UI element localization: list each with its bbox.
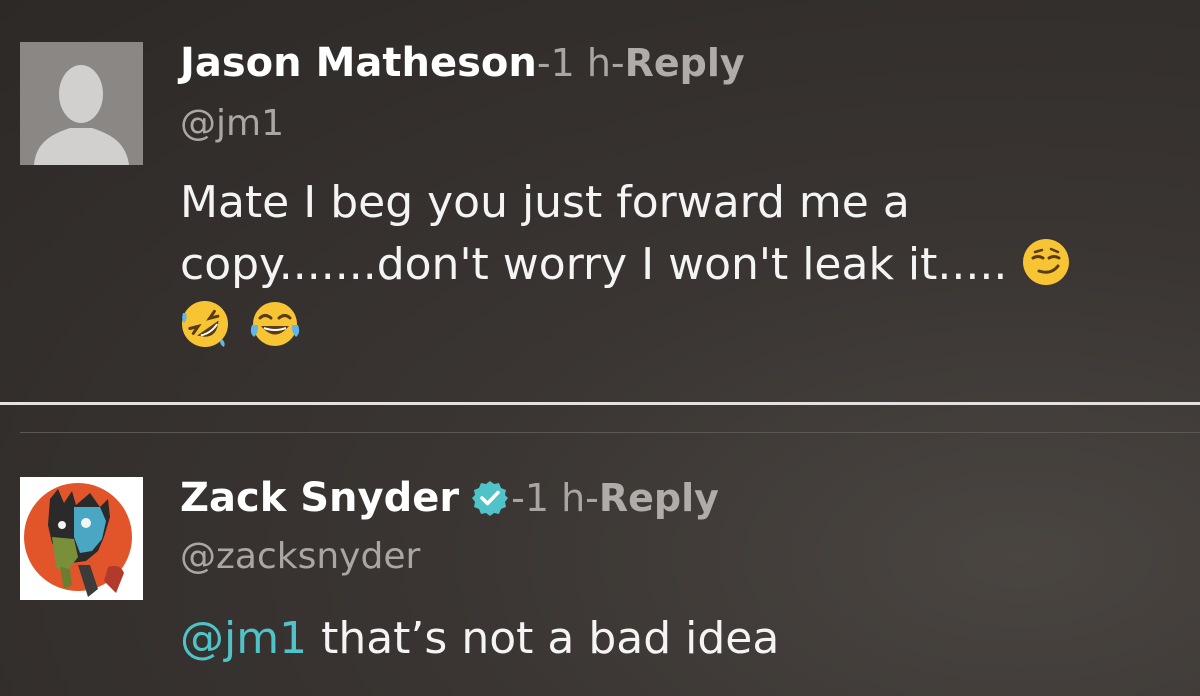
separator: - bbox=[585, 476, 599, 520]
smirking-face-icon bbox=[1023, 239, 1070, 285]
comment-zack-snyder: Zack Snyder - 1 h - Reply @zacksnyder @j… bbox=[0, 434, 1200, 696]
avatar[interactable] bbox=[20, 477, 143, 600]
timestamp: 1 h bbox=[550, 41, 611, 85]
comment-text-line: Mate I beg you just forward me a bbox=[180, 177, 910, 228]
reply-button[interactable]: Reply bbox=[599, 473, 719, 523]
reply-button[interactable]: Reply bbox=[625, 38, 745, 88]
default-user-silhouette-icon bbox=[20, 42, 143, 165]
divider bbox=[0, 402, 1200, 405]
comment-text: @jm1 that’s not a bad idea bbox=[180, 608, 1170, 670]
separator: - bbox=[511, 476, 525, 520]
verified-badge-icon bbox=[472, 481, 509, 516]
comment-jason-matheson: Jason Matheson - 1 h - Reply @jm1 Mate I… bbox=[0, 0, 1200, 404]
face-with-tears-of-joy-icon bbox=[250, 302, 300, 346]
comment-text: Mate I beg you just forward me a copy...… bbox=[180, 172, 1170, 358]
separator: - bbox=[536, 41, 551, 85]
timestamp: 1 h bbox=[524, 476, 586, 520]
comment-header: Jason Matheson - 1 h - Reply bbox=[180, 38, 745, 88]
author-name[interactable]: Jason Matheson bbox=[180, 38, 537, 88]
author-name[interactable]: Zack Snyder bbox=[180, 473, 459, 523]
separator: - bbox=[610, 41, 625, 85]
author-handle[interactable]: @jm1 bbox=[180, 103, 284, 144]
comment-text-line: copy.......don't worry I won't leak it..… bbox=[180, 239, 1008, 290]
avatar[interactable] bbox=[20, 42, 143, 165]
author-handle[interactable]: @zacksnyder bbox=[180, 536, 420, 577]
divider bbox=[20, 432, 1200, 433]
comment-header: Zack Snyder - 1 h - Reply bbox=[180, 473, 719, 523]
zombie-illustration-avatar-icon bbox=[20, 477, 143, 600]
comment-text-line: that’s not a bad idea bbox=[307, 613, 780, 664]
rolling-on-floor-laughing-icon bbox=[182, 301, 228, 347]
mention-link[interactable]: @jm1 bbox=[180, 613, 307, 664]
